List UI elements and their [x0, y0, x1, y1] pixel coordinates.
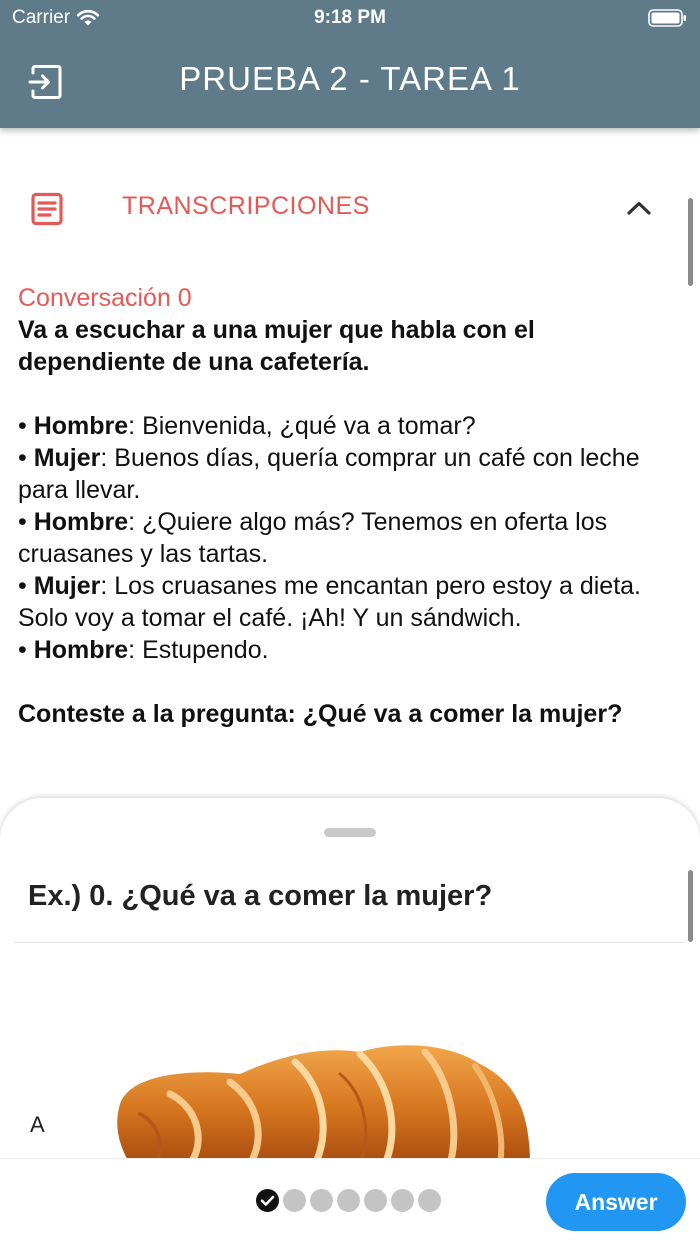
check-icon	[260, 1195, 275, 1206]
dialogue-line: • Hombre: ¿Quiere algo más? Tenemos en o…	[18, 506, 688, 570]
battery-icon	[648, 8, 688, 33]
line-text: : Buenos días, quería comprar un café co…	[18, 444, 640, 504]
speaker-name: Hombre	[33, 412, 129, 440]
progress-dot-completed[interactable]	[256, 1189, 279, 1212]
divider	[14, 942, 686, 943]
progress-dot[interactable]	[337, 1189, 360, 1212]
transcripts-section-toggle[interactable]: TRANSCRIPCIONES	[0, 170, 700, 246]
progress-dot[interactable]	[310, 1189, 333, 1212]
progress-dot[interactable]	[283, 1189, 306, 1212]
speaker-name: Hombre	[33, 636, 129, 664]
transcript-body: Conversación 0 Va a escuchar a una mujer…	[18, 282, 688, 730]
app-screen: Carrier 9:18 PM PRUEBA 2 - TAREA 1 TRANS…	[0, 0, 700, 1244]
option-label-a: A	[30, 1112, 45, 1137]
bullet: •	[18, 636, 34, 664]
dialogue-line: • Mujer: Los cruasanes me encantan pero …	[18, 570, 688, 634]
dialogue-line: • Hombre: Bienvenida, ¿qué va a tomar?	[18, 410, 688, 442]
bullet: •	[18, 508, 34, 536]
bullet: •	[18, 444, 34, 472]
footer-bar: Answer	[0, 1158, 700, 1244]
document-icon	[31, 192, 63, 226]
speaker-name: Hombre	[33, 508, 129, 536]
sheet-scrollbar[interactable]	[688, 870, 693, 942]
page-title: PRUEBA 2 - TAREA 1	[179, 60, 521, 97]
speaker-name: Mujer	[33, 444, 101, 472]
progress-dots	[256, 1189, 441, 1212]
answer-button[interactable]: Answer	[546, 1173, 686, 1231]
sheet-drag-handle[interactable]	[324, 828, 376, 837]
line-text: : Bienvenida, ¿qué va a tomar?	[128, 412, 476, 440]
bullet: •	[18, 412, 34, 440]
content-scrollbar[interactable]	[688, 198, 693, 286]
dialogue-line: • Hombre: Estupendo.	[18, 634, 688, 666]
bullet: •	[18, 572, 34, 600]
app-bar: Carrier 9:18 PM PRUEBA 2 - TAREA 1	[0, 0, 700, 128]
question-prompt: Conteste a la pregunta: ¿Qué va a comer …	[18, 700, 623, 728]
progress-dot[interactable]	[391, 1189, 414, 1212]
line-text: : Estupendo.	[128, 636, 269, 664]
line-text: : Los cruasanes me encantan pero estoy a…	[18, 572, 642, 632]
speaker-name: Mujer	[33, 572, 101, 600]
conversation-title: Conversación 0	[18, 284, 192, 312]
status-time: 9:18 PM	[314, 7, 386, 28]
chevron-up-icon[interactable]	[624, 194, 654, 222]
conversation-intro: Va a escuchar a una mujer que habla con …	[18, 316, 535, 376]
question-text: Ex.) 0. ¿Qué va a comer la mujer?	[28, 880, 493, 912]
transcripts-section-title: TRANSCRIPCIONES	[122, 192, 370, 220]
progress-dot[interactable]	[364, 1189, 387, 1212]
dialogue-line: • Mujer: Buenos días, quería comprar un …	[18, 442, 688, 506]
option-a-croissant-image[interactable]	[110, 1034, 580, 1164]
progress-dot[interactable]	[418, 1189, 441, 1212]
